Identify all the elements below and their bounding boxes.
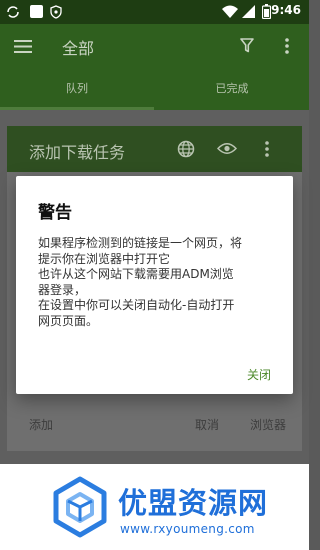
tab-bar: 队列 已完成 [0, 68, 309, 110]
shield-icon [50, 5, 62, 19]
signal-icon [242, 5, 255, 18]
globe-icon[interactable] [177, 140, 195, 158]
add-download-actions: 添加 取消 浏览器 [7, 408, 302, 438]
add-download-title: 添加下载任务 [29, 143, 126, 162]
sheet-more-vert-icon[interactable] [265, 141, 269, 157]
watermark-logo-icon [53, 476, 107, 538]
dialog-message: 如果程序检测到的链接是一个网页，将 提示你在浏览器中打开它 也许从这个网站下载需… [38, 236, 243, 328]
watermark-brand: 优盟资源网 [118, 486, 269, 520]
tab-queue-label: 队列 [66, 82, 88, 95]
browser-button[interactable]: 浏览器 [250, 416, 286, 433]
watermark-url: www.rxyoumeng.com [120, 522, 255, 536]
warning-dialog: 警告 如果程序检测到的链接是一个网页，将 提示你在浏览器中打开它 也许从这个网站… [16, 176, 293, 394]
filter-icon[interactable] [240, 38, 254, 53]
close-button[interactable]: 关闭 [247, 366, 271, 383]
tab-completed[interactable]: 已完成 [155, 68, 309, 110]
status-bar: 9:46 [0, 0, 309, 24]
wifi-icon [222, 5, 238, 18]
app-bar: 全部 [0, 24, 309, 68]
add-download-header: 添加下载任务 [7, 126, 302, 172]
eye-icon[interactable] [217, 142, 237, 155]
battery-icon [262, 4, 271, 19]
status-time: 9:46 [271, 3, 301, 17]
tab-completed-label: 已完成 [215, 82, 249, 95]
cancel-button[interactable]: 取消 [195, 416, 219, 433]
add-button[interactable]: 添加 [29, 416, 53, 433]
more-vert-icon[interactable] [285, 38, 289, 54]
menu-icon[interactable] [14, 40, 32, 53]
square-icon [30, 5, 43, 18]
watermark-banner: 优盟资源网 www.rxyoumeng.com [0, 464, 309, 550]
dialog-title: 警告 [38, 203, 72, 223]
app-title: 全部 [62, 39, 95, 58]
sync-icon [7, 6, 19, 18]
tab-queue[interactable]: 队列 [0, 68, 154, 110]
